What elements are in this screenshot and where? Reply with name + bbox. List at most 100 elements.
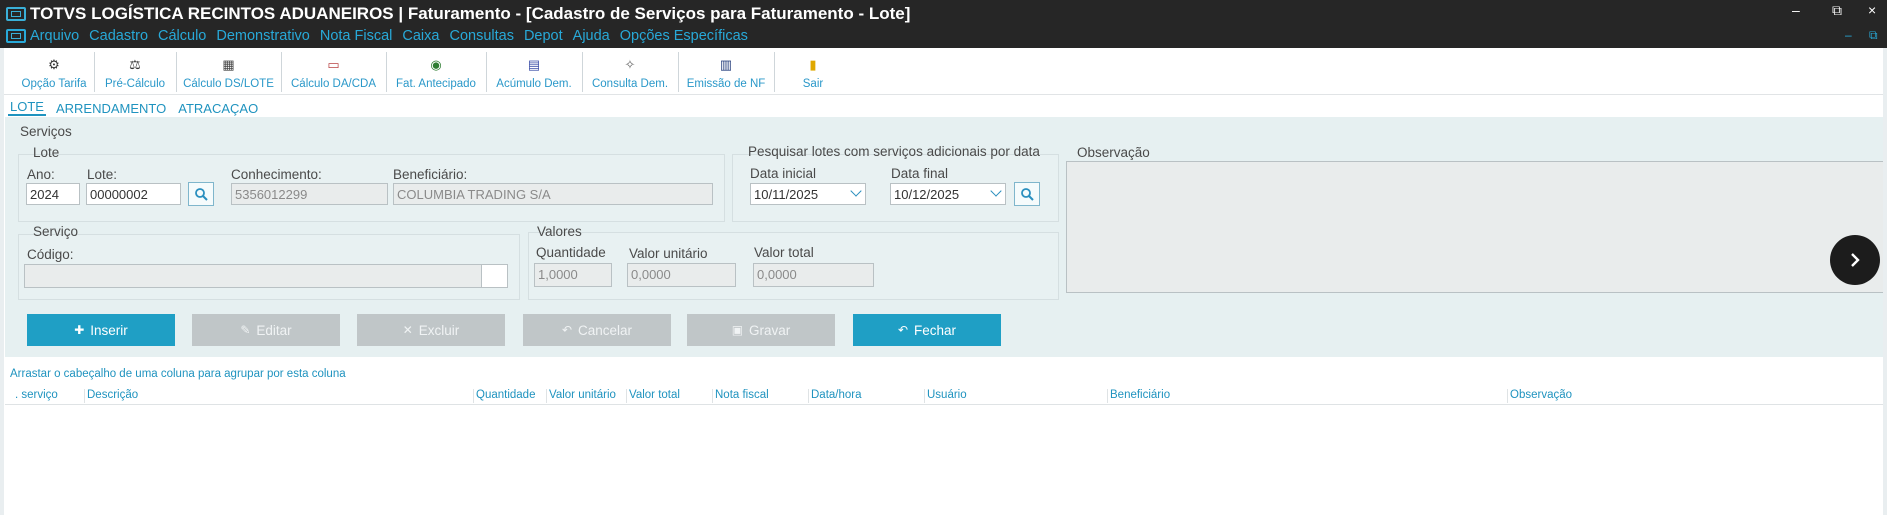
excluir-button[interactable]: ✕ Excluir [357, 314, 505, 346]
ano-input[interactable]: 2024 [26, 183, 80, 205]
calculo-da-cda-button[interactable]: ▭ Cálculo DA/CDA [281, 52, 387, 92]
lote-search-button[interactable] [188, 182, 214, 206]
cancel-icon: ↶ [561, 323, 573, 337]
valor-unitario-label: Valor unitário [629, 246, 708, 261]
col-valor-unitario[interactable]: Valor unitário [546, 389, 616, 403]
tab-strip: LOTE ARRENDAMENTO ATRACAÇAO [0, 98, 260, 116]
date-search-button[interactable] [1014, 182, 1040, 206]
consulta-icon: ✧ [624, 57, 636, 72]
servicos-label: Serviços [20, 124, 72, 139]
beneficiario-label: Beneficiário: [393, 167, 468, 182]
minimize-button[interactable]: – [1792, 2, 1800, 18]
codigo-lookup-button[interactable] [481, 264, 508, 288]
consulta-dem-button[interactable]: ✧ Consulta Dem. [582, 52, 679, 92]
col-beneficiario[interactable]: Beneficiário [1107, 389, 1170, 403]
calculo-ds-lote-button[interactable]: ▦ Cálculo DS/LOTE [176, 52, 282, 92]
col-observacao[interactable]: Observação [1507, 389, 1572, 403]
col-quantidade[interactable]: Quantidade [473, 389, 535, 403]
observacao-label: Observação [1077, 145, 1150, 160]
col-data-hora[interactable]: Data/hora [808, 389, 862, 403]
tab-lote[interactable]: LOTE [8, 99, 46, 116]
app-icon [6, 7, 26, 21]
window-title-text: TOTVS LOGÍSTICA RECINTOS ADUANEIROS | Fa… [30, 4, 911, 23]
menu-caixa[interactable]: Caixa [402, 28, 439, 44]
menu-app-icon[interactable] [6, 29, 26, 43]
menu-nota-fiscal[interactable]: Nota Fiscal [320, 28, 393, 44]
grid-body[interactable] [5, 405, 1883, 515]
left-border [0, 48, 4, 515]
valor-total-input: 0,0000 [753, 263, 874, 287]
col-nota-fiscal[interactable]: Nota fiscal [712, 389, 769, 403]
ano-label: Ano: [27, 167, 55, 182]
editar-button[interactable]: ✎ Editar [192, 314, 340, 346]
invoice-icon: ▥ [719, 57, 733, 72]
undo-icon: ↶ [897, 323, 909, 337]
calculator-icon: ▦ [222, 57, 235, 72]
menu-bar: Arquivo Cadastro Cálculo Demonstrativo N… [6, 26, 758, 46]
next-button[interactable] [1830, 235, 1880, 285]
chevron-right-icon [1851, 253, 1860, 267]
exit-icon: ▮ [809, 57, 817, 72]
data-inicial-label: Data inicial [750, 166, 817, 181]
cancelar-button[interactable]: ↶ Cancelar [523, 314, 671, 346]
col-valor-total[interactable]: Valor total [626, 389, 680, 403]
group-by-hint: Arrastar o cabeçalho de uma coluna para … [10, 368, 346, 380]
lote-group-label: Lote [33, 145, 60, 160]
title-bar: TOTVS LOGÍSTICA RECINTOS ADUANEIROS | Fa… [0, 0, 1887, 48]
observacao-textarea[interactable] [1066, 161, 1885, 293]
codigo-label: Código: [27, 247, 74, 262]
emissao-nf-button[interactable]: ▥ Emissão de NF [678, 52, 775, 92]
fechar-button[interactable]: ↶ Fechar [853, 314, 1001, 346]
chevron-down-icon[interactable] [850, 185, 862, 197]
valores-group-label: Valores [537, 224, 582, 239]
menu-opcoes-especificas[interactable]: Opções Específicas [620, 28, 748, 44]
insert-icon: ✚ [74, 323, 85, 337]
conhecimento-label: Conhecimento: [231, 167, 322, 182]
child-restore-button[interactable]: ⧉ [1869, 28, 1878, 43]
valor-total-label: Valor total [754, 245, 814, 260]
menu-arquivo[interactable]: Arquivo [30, 28, 79, 44]
tab-arrendamento[interactable]: ARRENDAMENTO [54, 101, 168, 116]
codigo-input[interactable] [24, 264, 482, 288]
tariff-icon: ⚙ [48, 57, 60, 72]
calc-da-icon: ▭ [327, 57, 340, 72]
right-border [1883, 48, 1887, 515]
chevron-down-icon[interactable] [990, 185, 1002, 197]
pre-calc-icon: ⚖ [129, 57, 141, 72]
grid-header: . serviço Descrição Quantidade Valor uni… [5, 386, 1883, 405]
edit-icon: ✎ [240, 323, 251, 337]
data-inicial-input[interactable]: 10/11/2025 [750, 183, 866, 205]
child-minimize-button[interactable]: – [1845, 28, 1852, 42]
quantidade-input: 1,0000 [534, 263, 612, 287]
toolbar: ⚙ Opção Tarifa ⚖ Pré-Cálculo ▦ Cálculo D… [0, 48, 1887, 95]
menu-cadastro[interactable]: Cadastro [89, 28, 148, 44]
data-final-input[interactable]: 10/12/2025 [890, 183, 1006, 205]
data-final-label: Data final [891, 166, 949, 181]
valor-unitario-input: 0,0000 [627, 263, 736, 287]
pre-calculo-button[interactable]: ⚖ Pré-Cálculo [94, 52, 177, 92]
opcao-tarifa-button[interactable]: ⚙ Opção Tarifa [14, 52, 95, 92]
col-servico[interactable]: . serviço [13, 389, 58, 403]
inserir-button[interactable]: ✚ Inserir [27, 314, 175, 346]
gravar-button[interactable]: ▣ Gravar [687, 314, 835, 346]
beneficiario-input: COLUMBIA TRADING S/A [393, 183, 713, 205]
col-descricao[interactable]: Descrição [84, 389, 138, 403]
lote-label: Lote: [87, 167, 118, 182]
sair-button[interactable]: ▮ Sair [774, 52, 852, 92]
pesquisar-label: Pesquisar lotes com serviços adicionais … [748, 144, 1040, 159]
fat-antecipado-button[interactable]: ◉ Fat. Antecipado [386, 52, 487, 92]
acumulo-dem-button[interactable]: ▤ Acúmulo Dem. [486, 52, 583, 92]
search-icon [195, 188, 208, 201]
restore-button[interactable]: ⧉ [1832, 2, 1842, 19]
document-add-icon: ▤ [527, 57, 541, 72]
close-button[interactable]: × [1868, 2, 1876, 18]
menu-demonstrativo[interactable]: Demonstrativo [216, 28, 309, 44]
tab-atracacao[interactable]: ATRACAÇAO [176, 101, 260, 116]
menu-consultas[interactable]: Consultas [449, 28, 513, 44]
col-usuario[interactable]: Usuário [924, 389, 967, 403]
globe-icon: ◉ [430, 57, 442, 72]
menu-ajuda[interactable]: Ajuda [573, 28, 610, 44]
lote-input[interactable]: 00000002 [86, 183, 181, 205]
menu-depot[interactable]: Depot [524, 28, 563, 44]
menu-calculo[interactable]: Cálculo [158, 28, 206, 44]
